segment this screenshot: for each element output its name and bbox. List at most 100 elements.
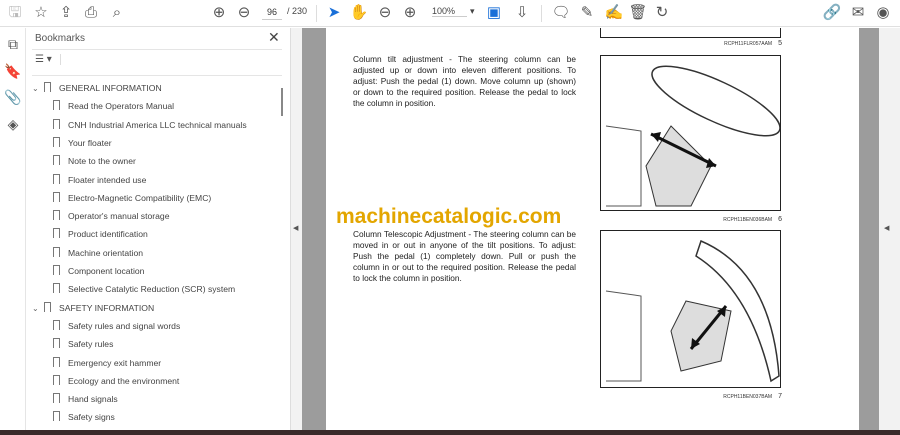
print-icon[interactable]: ⎙: [81, 4, 101, 22]
bookmark-label: Emergency exit hammer: [68, 357, 162, 368]
right-panel-toggle[interactable]: ◀: [879, 28, 900, 430]
bookmark-label: Electro-Magnetic Compatibility (EMC): [68, 192, 212, 203]
select-cursor-icon[interactable]: ➤: [324, 4, 344, 22]
bookmark-label: Your floater: [68, 137, 112, 148]
hand-tool-icon[interactable]: ✋: [349, 4, 369, 22]
search-icon[interactable]: ⌕: [107, 4, 127, 22]
figure-caption: RCPH11BEN036BAM 6: [723, 216, 782, 223]
layers-icon[interactable]: ◈: [4, 116, 22, 134]
bookmark-item[interactable]: Read the Operators Manual: [53, 97, 174, 115]
bookmark-icon: [53, 191, 60, 202]
close-icon[interactable]: ✕: [268, 29, 280, 46]
bookmark-icon: [53, 411, 60, 422]
panel-collapse-gutter[interactable]: ◀: [290, 28, 302, 430]
bookmark-label: Machine orientation: [68, 247, 144, 258]
bookmark-item[interactable]: Product identification: [53, 225, 148, 243]
bookmark-item[interactable]: Floater intended use: [53, 171, 146, 189]
zoom-in-icon[interactable]: ⊕: [400, 4, 420, 22]
bookmark-item[interactable]: Safety signs: [53, 408, 115, 426]
left-tool-rail: ⧉ 🔖 📎 ◈: [0, 28, 26, 430]
fit-page-icon[interactable]: ▣: [484, 4, 504, 22]
bookmark-icon: [53, 393, 60, 404]
bookmark-options-button[interactable]: ☰ ▾: [35, 54, 61, 65]
bookmark-item[interactable]: Safety rules: [53, 335, 113, 353]
bookmark-item[interactable]: Operator's manual storage: [53, 207, 169, 225]
share-link-icon[interactable]: 🔗: [822, 4, 842, 22]
bookmark-icon: [53, 246, 60, 257]
zoom-out-icon[interactable]: ⊖: [375, 4, 395, 22]
bookmark-label: Read the Operators Manual: [68, 101, 175, 112]
divider: [316, 5, 317, 22]
bookmark-icon: [44, 301, 51, 312]
bookmark-item[interactable]: Safety rules and signal words: [53, 317, 180, 335]
bookmark-icon[interactable]: 🔖: [4, 63, 22, 81]
scroll-mode-icon[interactable]: ⇩: [512, 4, 532, 22]
figure-6: [600, 55, 781, 211]
page-total: / 230: [287, 6, 308, 16]
bookmark-icon: [53, 338, 60, 349]
bookmarks-title: Bookmarks: [35, 33, 86, 44]
figure-caption: RCPH11FLR057AAM 5: [724, 40, 782, 47]
rotate-icon[interactable]: ↻: [652, 4, 672, 22]
toolbar: 🖫 ☆ ⇪ ⎙ ⌕ ⊕ ⊖ 96 / 230 ➤ ✋ ⊖ ⊕ 100% ▾ ▣ …: [0, 0, 900, 27]
comment-icon[interactable]: 🗨: [551, 4, 571, 22]
bookmark-item[interactable]: Machine orientation: [53, 244, 143, 262]
page-number-input[interactable]: 96: [262, 5, 282, 20]
bookmark-item[interactable]: Component location: [53, 262, 144, 280]
expand-arrow-icon[interactable]: ◀: [884, 224, 889, 232]
bookmark-section[interactable]: ⌄ GENERAL INFORMATION: [32, 79, 162, 97]
bookmark-item[interactable]: Note to the owner: [53, 152, 136, 170]
save-icon[interactable]: 🖫: [5, 4, 25, 22]
bookmark-icon: [53, 210, 60, 221]
divider: [32, 75, 282, 76]
bookmarks-panel: Bookmarks ✕ ☰ ▾ ⌄ GENERAL INFORMATION Read…: [26, 28, 290, 430]
bookmark-label: Hand signals: [68, 394, 118, 405]
bookmark-item[interactable]: Selective Catalytic Reduction (SCR) syst…: [53, 280, 235, 298]
star-icon[interactable]: ☆: [31, 4, 51, 22]
bookmark-label: Ecology and the environment: [68, 375, 180, 386]
chevron-down-icon[interactable]: ⌄: [32, 80, 44, 98]
account-icon[interactable]: ◉: [873, 4, 893, 22]
highlight-pen-icon[interactable]: ✎: [577, 4, 597, 22]
bookmark-section[interactable]: ⌄ SAFETY INFORMATION: [32, 299, 154, 317]
upload-cloud-icon[interactable]: ⇪: [56, 4, 76, 22]
attachment-icon[interactable]: 📎: [4, 89, 22, 107]
bookmark-item[interactable]: Hand signals: [53, 390, 118, 408]
bookmark-icon: [53, 136, 60, 147]
bookmark-icon: [53, 100, 60, 111]
steering-column-illustration: [605, 65, 780, 207]
page-margin: [859, 28, 879, 430]
bookmark-icon: [53, 319, 60, 330]
figure-5: [600, 28, 781, 38]
chevron-down-icon[interactable]: ⌄: [32, 300, 44, 318]
bookmark-item[interactable]: Your floater: [53, 134, 112, 152]
email-icon[interactable]: ✉: [848, 4, 868, 22]
bookmark-item[interactable]: Emergency exit hammer: [53, 354, 161, 372]
bookmark-icon: [53, 283, 60, 294]
bookmark-label: Safety rules: [68, 339, 114, 350]
divider: [32, 49, 282, 50]
bookmark-item[interactable]: CNH Industrial America LLC technical man…: [53, 116, 247, 134]
bookmark-label: Component location: [68, 266, 145, 276]
sign-icon[interactable]: ✍: [604, 4, 624, 22]
divider: [541, 5, 542, 22]
bookmark-label: Safety signs: [68, 412, 115, 423]
previous-page-icon[interactable]: ⊕: [209, 4, 229, 22]
page-margin: [302, 28, 326, 430]
chevron-down-icon[interactable]: ▾: [470, 6, 475, 17]
bookmark-item[interactable]: Ecology and the environment: [53, 372, 179, 390]
bookmark-icon: [53, 374, 60, 385]
scrollbar[interactable]: [281, 88, 283, 116]
pages-thumbnail-icon[interactable]: ⧉: [4, 36, 22, 54]
bookmark-icon: [44, 82, 51, 92]
bookmark-icon: [53, 118, 60, 129]
bookmark-label: Product identification: [68, 229, 148, 240]
figure-caption: RCPH11BEN037BAM 7: [723, 393, 782, 400]
trash-icon[interactable]: 🗑: [628, 4, 648, 22]
next-page-icon[interactable]: ⊖: [234, 4, 254, 22]
bookmark-label: Note to the owner: [68, 156, 136, 167]
collapse-arrow-icon[interactable]: ◀: [293, 224, 298, 232]
bookmark-label: Safety rules and signal words: [68, 320, 181, 331]
zoom-level-select[interactable]: 100%: [432, 6, 467, 17]
bookmark-item[interactable]: Electro-Magnetic Compatibility (EMC): [53, 189, 211, 207]
